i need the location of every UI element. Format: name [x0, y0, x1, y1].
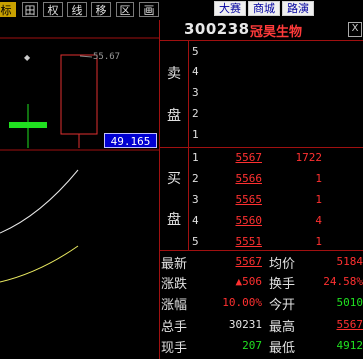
low-label: 最低	[269, 341, 296, 356]
sell-level: 3	[192, 86, 199, 99]
buy-volume: 1722	[295, 151, 323, 164]
latest-label: 最新	[161, 257, 188, 272]
kline-chart[interactable]: ◆	[0, 20, 160, 359]
current-label: 现手	[161, 341, 188, 356]
buy-label-bottom: 盘	[167, 212, 181, 228]
sell-label-bottom: 盘	[167, 108, 181, 124]
diamond-marker: ◆	[24, 53, 31, 62]
avg-label: 均价	[269, 257, 296, 272]
total-value: 30231	[228, 318, 262, 331]
sell-level: 2	[192, 107, 199, 120]
buy-price[interactable]: 5560	[222, 214, 263, 227]
buy-level: 4	[192, 214, 199, 227]
ma-line-yellow	[0, 245, 79, 283]
high-label: 最高	[269, 320, 296, 335]
buy-price[interactable]: 5566	[222, 172, 263, 185]
close-icon[interactable]: X	[348, 22, 362, 37]
current-value: 207	[242, 339, 262, 352]
sell-level: 4	[192, 65, 199, 78]
tab-line[interactable]: 线	[67, 2, 87, 17]
link-mall[interactable]: 商城	[248, 1, 280, 16]
buy-level: 2	[192, 172, 199, 185]
tab-area[interactable]: 区	[116, 2, 134, 17]
buy-price[interactable]: 5567	[222, 151, 263, 164]
buy-level: 1	[192, 151, 199, 164]
buy-volume: 1	[315, 235, 322, 248]
buy-volume: 4	[315, 214, 322, 227]
high-value: 5567	[336, 318, 363, 331]
change-value: ▲506	[235, 275, 263, 288]
buy-label-top: 买	[167, 171, 181, 187]
pct-value: 10.00%	[222, 296, 262, 309]
divider	[188, 40, 189, 250]
buy-price[interactable]: 5565	[222, 193, 263, 206]
divider	[160, 250, 363, 251]
turnover-label: 换手	[269, 277, 296, 292]
low-value: 4912	[336, 339, 363, 352]
buy-volume: 1	[315, 172, 322, 185]
latest-value: 5567	[235, 255, 263, 268]
sell-label-top: 卖	[167, 66, 181, 82]
open-label: 今开	[269, 298, 296, 313]
green-candle	[9, 122, 47, 128]
buy-volume: 1	[315, 193, 322, 206]
stock-code: 300238	[184, 20, 250, 38]
ma-line-white	[0, 169, 79, 234]
tab-draw[interactable]: 画	[139, 2, 159, 17]
total-label: 总手	[161, 320, 188, 335]
turnover-value: 24.58%	[323, 275, 363, 288]
divider	[160, 147, 363, 148]
high-price-label: 55.67	[93, 52, 121, 62]
tab-indicator[interactable]: 标	[0, 2, 16, 17]
sell-level: 1	[192, 128, 199, 141]
link-roadshow[interactable]: 路演	[282, 1, 314, 16]
buy-level: 3	[192, 193, 199, 206]
pct-label: 涨幅	[161, 298, 188, 313]
buy-price[interactable]: 5551	[222, 235, 263, 248]
link-contest[interactable]: 大赛	[214, 1, 246, 16]
open-value: 5010	[336, 296, 363, 309]
price-tag: 49.165	[104, 133, 157, 148]
stock-name: 冠昊生物	[250, 25, 303, 40]
avg-value: 5184	[336, 255, 363, 268]
change-label: 涨跌	[161, 277, 188, 292]
red-candle	[60, 54, 98, 135]
grid-icon[interactable]: 田	[22, 2, 38, 17]
tab-rights[interactable]: 权	[43, 2, 63, 17]
buy-level: 5	[192, 235, 199, 248]
tab-move[interactable]: 移	[91, 2, 111, 17]
divider	[160, 40, 363, 41]
sell-level: 5	[192, 45, 199, 58]
